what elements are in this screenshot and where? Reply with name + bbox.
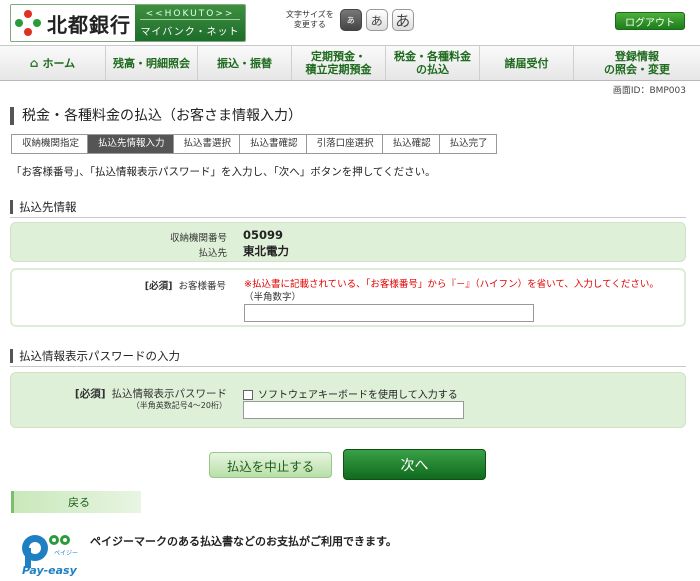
divider xyxy=(10,217,686,218)
password-label: [必須] 払込情報表示パスワード xyxy=(74,388,227,400)
step-item: 引落口座選択 xyxy=(306,135,383,153)
page-title: 税金・各種料金の払込（お客さま情報入力） xyxy=(10,107,302,125)
step-indicator: 収納機関指定 払込先情報入力 払込書選択 払込書確認 引落口座選択 払込確認 払… xyxy=(11,134,497,154)
required-mark: [必須] xyxy=(144,281,173,292)
software-keyboard-checkbox[interactable] xyxy=(243,390,253,400)
customer-number-label: [必須] お客様番号 xyxy=(144,281,226,292)
step-item-active: 払込先情報入力 xyxy=(88,135,174,153)
software-keyboard-option[interactable]: ソフトウェアキーボードを使用して入力する xyxy=(243,386,458,401)
instruction-text: 「お客様番号」、「払込情報表示パスワード」を入力し、「次へ」ボタンを押してくださ… xyxy=(11,166,436,178)
logout-button[interactable]: ログアウト xyxy=(615,12,685,30)
logo-text: 北都銀行 xyxy=(47,12,131,37)
nav-item-balance[interactable]: 残高・明細照会 xyxy=(106,46,198,80)
step-item: 払込書確認 xyxy=(240,135,307,153)
font-size-switcher: 文字サイズを 変更する あ あ あ xyxy=(286,9,418,31)
step-item: 払込確認 xyxy=(382,135,440,153)
required-mark: [必須] xyxy=(74,388,106,400)
password-sub-label: （半角英数記号4～20桁） xyxy=(131,401,227,410)
nav-item-home[interactable]: ⌂ ホーム xyxy=(0,46,106,80)
customer-number-panel: [必須] お客様番号 ※払込書に記載されている、「お客様番号」から『－』（ハイフン… xyxy=(10,268,686,327)
customer-number-input[interactable] xyxy=(244,304,534,322)
font-size-small-button[interactable]: あ xyxy=(339,9,362,31)
payee-info-panel: 収納機関番号 05099 払込先 東北電力 xyxy=(10,222,686,262)
agency-number-value: 05099 xyxy=(243,228,284,242)
password-section-heading: 払込情報表示パスワードの入力 xyxy=(10,349,180,363)
step-item: 収納機関指定 xyxy=(12,135,89,153)
password-panel: [必須] 払込情報表示パスワード （半角英数記号4～20桁） ソフトウェアキーボー… xyxy=(10,372,686,428)
font-size-label: 文字サイズを 変更する xyxy=(286,10,334,29)
logo-sub: マイバンク・ネット xyxy=(140,26,240,38)
next-button[interactable]: 次へ xyxy=(343,449,486,480)
divider xyxy=(10,366,686,367)
nav-item-notifications[interactable]: 諸届受付 xyxy=(480,46,574,80)
customer-number-hint: （半角数字） xyxy=(244,292,302,303)
step-item: 払込完了 xyxy=(439,135,496,153)
logo-sub-top: <<HOKUTO>> xyxy=(139,9,241,20)
cancel-payment-button[interactable]: 払込を中止する xyxy=(209,452,332,478)
agency-number-label: 収納機関番号 xyxy=(169,233,227,244)
nav-item-time-deposit[interactable]: 定期預金・ 積立定期預金 xyxy=(292,46,386,80)
bank-logo[interactable]: 北都銀行 <<HOKUTO>> マイバンク・ネット xyxy=(10,4,246,42)
nav-item-transfer[interactable]: 振込・振替 xyxy=(198,46,292,80)
password-input[interactable] xyxy=(243,401,464,419)
payeasy-small-text: ペイジー xyxy=(54,550,79,557)
global-nav: ⌂ ホーム 残高・明細照会 振込・振替 定期預金・ 積立定期預金 税金・各種料金… xyxy=(0,45,700,81)
font-size-medium-button[interactable]: あ xyxy=(365,9,388,31)
font-size-large-button[interactable]: あ xyxy=(391,9,414,31)
payee-label: 払込先 xyxy=(198,248,227,259)
back-button[interactable]: 戻る xyxy=(11,491,141,513)
logo-mark-icon xyxy=(15,10,41,36)
step-item: 払込書選択 xyxy=(173,135,241,153)
payee-value: 東北電力 xyxy=(243,244,289,258)
payeasy-logo-text: Pay-easy xyxy=(22,564,77,577)
nav-item-tax-payment[interactable]: 税金・各種料金 の払込 xyxy=(386,46,480,80)
customer-number-warning: ※払込書に記載されている、「お客様番号」から『－』（ハイフン）を省いて、入力して… xyxy=(244,279,659,290)
screen-id: 画面ID：BMP003 xyxy=(612,86,686,96)
header: 北都銀行 <<HOKUTO>> マイバンク・ネット 文字サイズを 変更する あ … xyxy=(0,0,700,45)
payeasy-message: ペイジーマークのある払込書などのお支払がご利用できます。 xyxy=(90,535,397,548)
nav-item-registration[interactable]: 登録情報 の照会・変更 xyxy=(574,46,700,80)
home-icon: ⌂ xyxy=(29,55,39,70)
payee-section-heading: 払込先情報 xyxy=(10,200,77,214)
payeasy-logo: ペイジー Pay-easy xyxy=(20,532,84,578)
